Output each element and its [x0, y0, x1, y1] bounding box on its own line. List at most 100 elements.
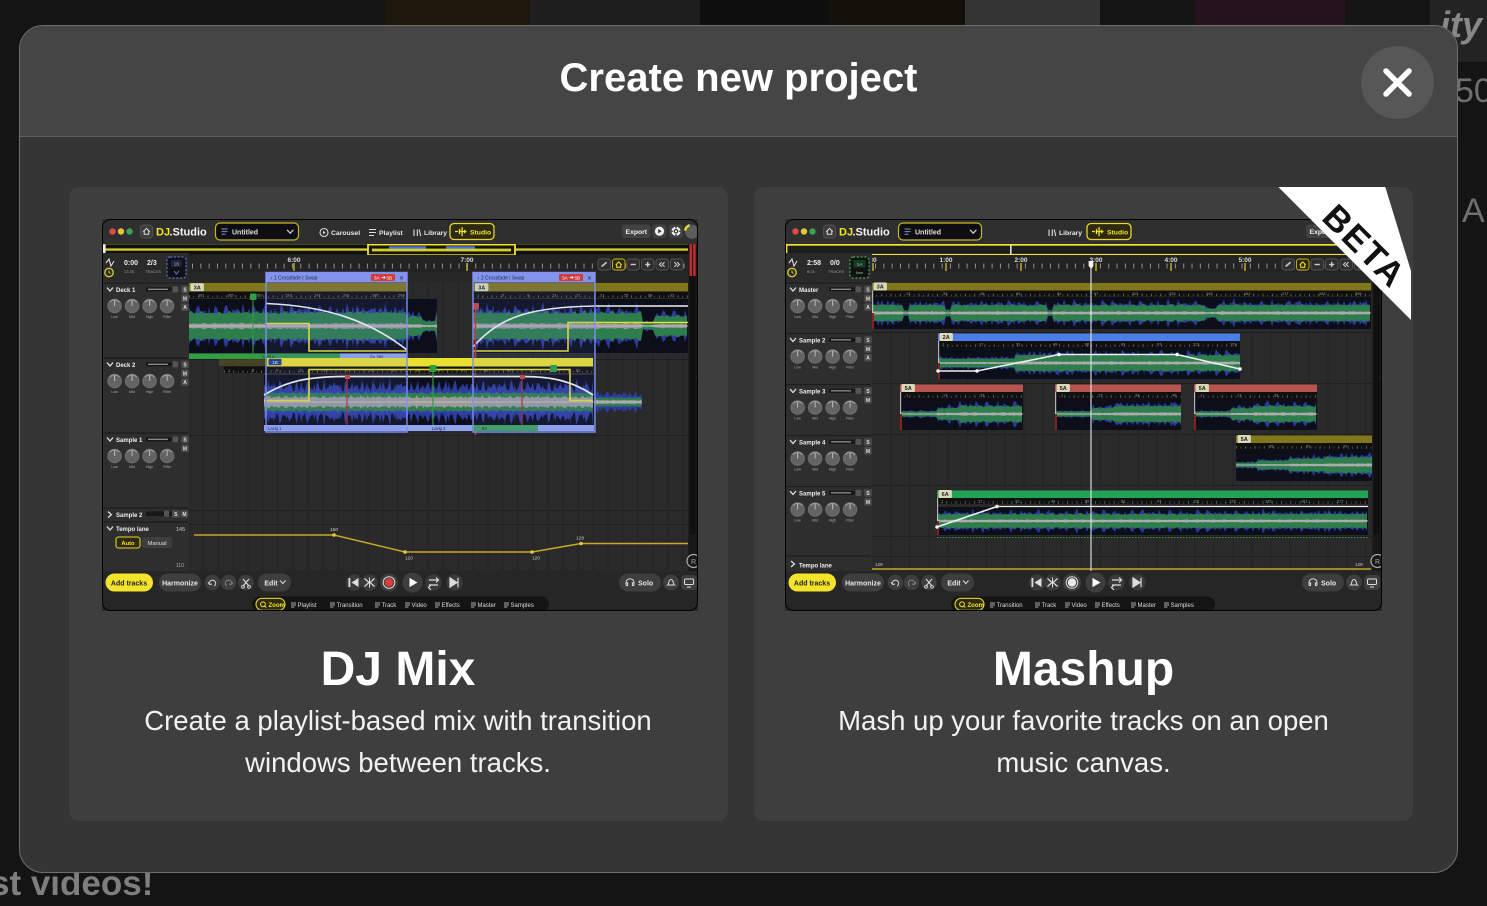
svg-text:Library: Library	[424, 230, 447, 237]
svg-text:1: 1	[1061, 393, 1063, 398]
svg-text:81: 81	[1306, 444, 1310, 449]
svg-text:3A: 3A	[374, 275, 381, 280]
svg-text:Effects: Effects	[1101, 603, 1119, 609]
svg-text:5A: 5A	[1059, 386, 1066, 392]
svg-text:Filter: Filter	[846, 519, 855, 523]
svg-text:129: 129	[1229, 499, 1236, 504]
svg-text:0:00: 0:00	[124, 260, 138, 267]
svg-text:1: 1	[941, 499, 943, 504]
svg-text:♪ 1 Crossfade | Swap: ♪ 1 Crossfade | Swap	[270, 276, 318, 282]
svg-text:M: M	[182, 371, 186, 377]
svg-text:DJ: DJ	[156, 227, 170, 239]
svg-text:Harmonize: Harmonize	[162, 581, 198, 588]
svg-text:33: 33	[1135, 393, 1139, 398]
svg-text:Mid: Mid	[129, 315, 135, 319]
svg-text:1: 1	[228, 368, 230, 373]
svg-text:65: 65	[1085, 499, 1089, 504]
svg-text:M: M	[182, 296, 186, 302]
svg-text:Tempo lane: Tempo lane	[116, 527, 150, 533]
svg-text:Zoom: Zoom	[967, 603, 983, 609]
svg-text:29: 29	[648, 293, 652, 298]
svg-text:✕: ✕	[586, 276, 591, 282]
svg-text:Low: Low	[111, 390, 118, 394]
svg-text:17: 17	[1098, 393, 1102, 398]
svg-text:Auto: Auto	[121, 541, 135, 547]
svg-text:Low: Low	[111, 465, 118, 469]
svg-text:M: M	[865, 398, 869, 404]
svg-text:Master: Master	[1137, 603, 1155, 609]
svg-text:Mid: Mid	[812, 519, 818, 523]
svg-text:Sample 2: Sample 2	[116, 513, 143, 519]
svg-text:Samples: Samples	[1170, 603, 1193, 609]
svg-text:M: M	[865, 500, 869, 506]
svg-text:120: 120	[532, 556, 540, 562]
svg-text:M: M	[182, 446, 186, 452]
svg-text:High: High	[828, 519, 835, 523]
svg-text:Solo: Solo	[1321, 581, 1336, 588]
svg-text:177: 177	[1337, 499, 1344, 504]
svg-text:Mid: Mid	[129, 465, 135, 469]
svg-text:6A: 6A	[941, 492, 948, 498]
svg-text:High: High	[145, 465, 152, 469]
svg-text:Filter: Filter	[163, 390, 172, 394]
svg-text:1: 1	[906, 393, 908, 398]
svg-text:Tempo lane: Tempo lane	[799, 564, 833, 570]
svg-text:M: M	[865, 449, 869, 455]
svg-text:Edit: Edit	[947, 581, 961, 588]
svg-text:145: 145	[1265, 499, 1272, 504]
svg-text:Mid: Mid	[129, 390, 135, 394]
svg-text:5: 5	[252, 368, 254, 373]
svg-text:5A: 5A	[1198, 386, 1205, 392]
svg-text:Track: Track	[1041, 603, 1057, 609]
svg-text:Sample 5: Sample 5	[799, 492, 826, 498]
svg-text:Add tracks: Add tracks	[110, 581, 146, 588]
svg-text:49: 49	[1172, 393, 1176, 398]
svg-text:Video: Video	[411, 603, 427, 609]
svg-text:189: 189	[256, 293, 263, 298]
svg-text:Add tracks: Add tracks	[793, 581, 829, 588]
svg-text:185: 185	[227, 293, 234, 298]
svg-text:Low: Low	[794, 468, 801, 472]
svg-text:♪ 2 Crossfade | Swap: ♪ 2 Crossfade | Swap	[477, 276, 525, 282]
svg-text:145: 145	[176, 527, 185, 533]
svg-text:Carousel: Carousel	[331, 230, 360, 237]
svg-text:High: High	[145, 315, 152, 319]
svg-text:Solo: Solo	[638, 581, 653, 588]
svg-text:1B: 1B	[173, 262, 179, 267]
svg-text:3A: 3A	[562, 275, 569, 280]
svg-text:128: 128	[576, 536, 584, 542]
svg-text:Mid: Mid	[812, 468, 818, 472]
svg-text:High: High	[828, 417, 835, 421]
svg-text:17: 17	[1237, 393, 1241, 398]
svg-text:High: High	[828, 468, 835, 472]
svg-text:R: R	[690, 559, 695, 566]
svg-text:Playlist: Playlist	[297, 603, 316, 609]
svg-text:33: 33	[1274, 393, 1278, 398]
svg-text:Edit: Edit	[264, 581, 278, 588]
svg-text:Filter: Filter	[846, 468, 855, 472]
svg-text:81: 81	[1121, 499, 1125, 504]
svg-text:5A: 5A	[904, 386, 911, 392]
svg-text:Effects: Effects	[441, 603, 459, 609]
svg-text:120: 120	[405, 556, 413, 562]
svg-text:17: 17	[978, 499, 982, 504]
svg-text:3A: 3A	[193, 286, 200, 292]
svg-text:Harmonize: Harmonize	[845, 581, 881, 588]
svg-text:Filter: Filter	[163, 315, 172, 319]
svg-text:1: 1	[1200, 393, 1202, 398]
svg-text:✕: ✕	[398, 276, 403, 282]
svg-text:TRACKS: TRACKS	[145, 269, 162, 274]
svg-text:Low: Low	[111, 315, 118, 319]
svg-text:Filter: Filter	[163, 465, 172, 469]
svg-text:33: 33	[670, 293, 674, 298]
svg-text:33: 33	[980, 393, 984, 398]
svg-text:M: M	[182, 512, 186, 518]
svg-text:110: 110	[176, 563, 184, 569]
svg-text:Manual: Manual	[147, 541, 166, 547]
svg-text:13:26: 13:26	[124, 269, 135, 274]
svg-text:181: 181	[198, 293, 205, 298]
svg-text:Untitled: Untitled	[232, 230, 258, 237]
svg-text:.Studio: .Studio	[169, 227, 207, 239]
svg-text:A: A	[183, 380, 187, 386]
svg-text:Export: Export	[625, 229, 647, 236]
